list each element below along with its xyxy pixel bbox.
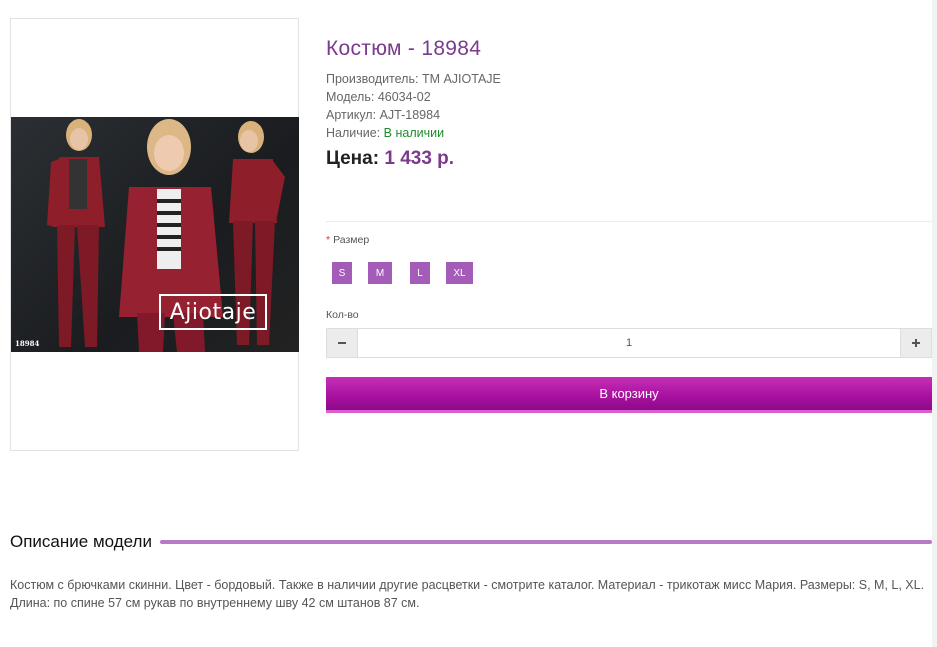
- model-label: Модель:: [326, 90, 375, 104]
- product-meta: Производитель: ТМ AJIOTAJE Модель: 46034…: [326, 70, 501, 142]
- description-heading-row: Описание модели: [10, 531, 932, 553]
- description-heading: Описание модели: [10, 532, 152, 551]
- size-option-s[interactable]: S: [332, 262, 352, 284]
- product-title: Костюм - 18984: [326, 37, 482, 60]
- manufacturer-row: Производитель: ТМ AJIOTAJE: [326, 70, 501, 88]
- availability-row: Наличие: В наличии: [326, 124, 501, 142]
- size-option-l[interactable]: L: [410, 262, 430, 284]
- quantity-stepper: [326, 328, 932, 358]
- model-row: Модель: 46034-02: [326, 88, 501, 106]
- brand-logo: Ajiotaje: [159, 294, 267, 330]
- quantity-input[interactable]: [358, 328, 900, 358]
- sku-value: AJT-18984: [379, 108, 441, 122]
- required-mark: *: [326, 234, 331, 246]
- product-photo[interactable]: Ajiotaje 18984: [11, 117, 299, 352]
- product-image-frame[interactable]: Ajiotaje 18984: [10, 18, 299, 451]
- add-to-cart-button[interactable]: В корзину: [326, 377, 932, 413]
- sku-row: Артикул: AJT-18984: [326, 106, 501, 124]
- manufacturer-value[interactable]: ТМ AJIOTAJE: [422, 72, 501, 86]
- quantity-decrease-button[interactable]: [326, 328, 358, 358]
- quantity-label: Кол-во: [326, 309, 359, 321]
- sku-label: Артикул:: [326, 108, 377, 122]
- availability-label: Наличие:: [326, 126, 381, 140]
- model-value: 46034-02: [377, 90, 431, 104]
- availability-value: В наличии: [383, 126, 445, 140]
- size-label: * Размер: [326, 234, 369, 246]
- quantity-increase-button[interactable]: [900, 328, 932, 358]
- minus-icon: [338, 342, 346, 344]
- plus-icon: [912, 339, 920, 347]
- price: Цена: 1 433 р.: [326, 148, 454, 170]
- photo-code: 18984: [15, 339, 40, 348]
- description-text: Костюм с брючками скинни. Цвет - бордовы…: [10, 578, 925, 610]
- size-option-xl[interactable]: XL: [446, 262, 473, 284]
- manufacturer-label: Производитель:: [326, 72, 419, 86]
- heading-underline: [159, 540, 932, 544]
- price-value: 1 433 р.: [384, 148, 455, 169]
- price-label: Цена:: [326, 148, 380, 169]
- size-label-text: Размер: [333, 234, 370, 246]
- scrollbar-track[interactable]: [932, 0, 937, 647]
- divider: [326, 221, 932, 222]
- size-options: S M L XL: [332, 262, 473, 284]
- size-option-m[interactable]: M: [368, 262, 392, 284]
